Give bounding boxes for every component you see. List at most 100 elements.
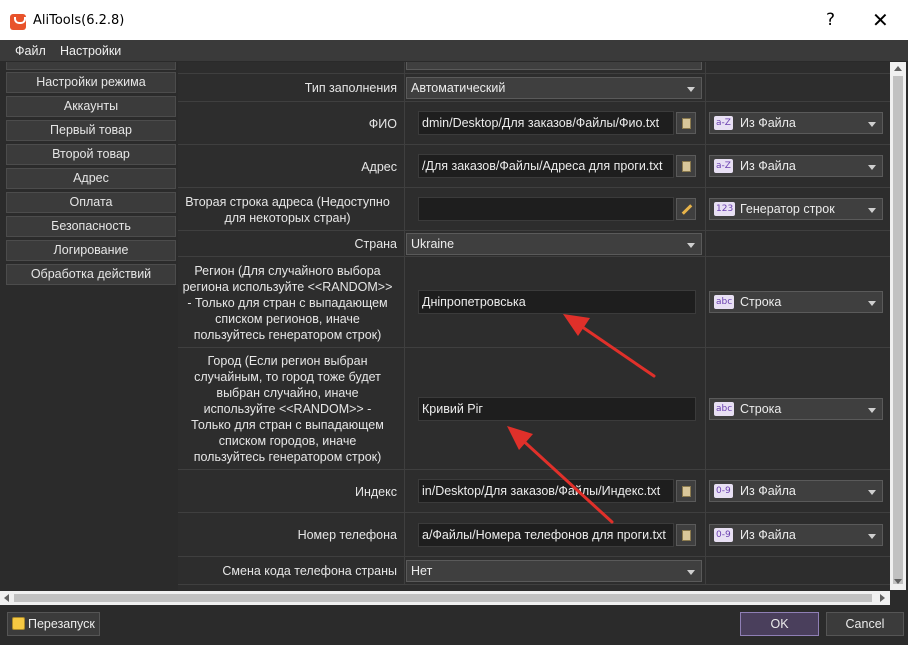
region-source-select[interactable]: abc Строка xyxy=(709,291,883,313)
region-source-value: Строка xyxy=(740,295,782,309)
phone-path-input[interactable]: а/Файлы/Номера телефонов для проги.txt xyxy=(418,523,674,547)
sidebar-item-first-product[interactable]: Первый товар xyxy=(6,120,176,141)
country-label: Страна xyxy=(354,237,397,251)
form-row-index: Индекс in/Desktop/Для заказов/Файлы/Инде… xyxy=(178,470,890,513)
address2-label: Вторая строка адреса (Недоступно для нек… xyxy=(178,188,402,231)
phone-source-value: Из Файла xyxy=(740,528,796,542)
close-button[interactable]: ✕ xyxy=(872,8,889,32)
fio-source-value: Из Файла xyxy=(740,116,796,130)
region-label-line: региона используйте <<RANDOM>> xyxy=(182,279,393,294)
fio-label: ФИО xyxy=(368,116,397,131)
phone-code-value: Нет xyxy=(411,564,433,578)
restart-button[interactable]: Перезапуск xyxy=(7,612,100,636)
book-icon xyxy=(682,530,691,541)
sidebar-item-second-product[interactable]: Второй товар xyxy=(6,144,176,165)
sidebar-item-payment[interactable]: Оплата xyxy=(6,192,176,213)
book-icon xyxy=(682,486,691,497)
fio-path-input[interactable]: dmin/Desktop/Для заказов/Файлы/Фио.txt xyxy=(418,111,674,135)
sidebar-item-mode-settings[interactable]: Настройки режима xyxy=(6,72,176,93)
city-label-line: используйте <<RANDOM>> - xyxy=(203,402,372,416)
city-source-select[interactable]: abc Строка xyxy=(709,398,883,420)
numeric-badge-icon: 0-9 xyxy=(714,484,733,498)
fio-source-select[interactable]: a-Z Из Файла xyxy=(709,112,883,134)
help-button[interactable]: ? xyxy=(826,10,835,30)
scroll-thumb[interactable] xyxy=(14,594,872,602)
sidebar-item-hidden[interactable] xyxy=(6,62,176,70)
form-row-phone: Номер телефона а/Файлы/Номера телефонов … xyxy=(178,513,890,557)
form-row-hidden xyxy=(178,62,890,74)
az-badge-icon: a-Z xyxy=(714,159,733,173)
phone-browse-button[interactable] xyxy=(676,524,696,546)
ok-button[interactable]: OK xyxy=(740,612,819,636)
az-badge-icon: a-Z xyxy=(714,116,733,130)
fio-browse-button[interactable] xyxy=(676,112,696,134)
city-label-line: Город (Если регион выбран xyxy=(207,354,368,368)
city-label: Город (Если регион выбран случайным, то … xyxy=(178,348,402,470)
title-bar: AliTools(6.2.8) ? ✕ xyxy=(0,0,908,40)
address2-edit-button[interactable] xyxy=(676,198,696,220)
sidebar-item-accounts[interactable]: Аккаунты xyxy=(6,96,176,117)
address2-source-select[interactable]: 123 Генератор строк xyxy=(709,198,883,220)
vertical-scrollbar[interactable] xyxy=(890,62,906,590)
form-row-address2: Вторая строка адреса (Недоступно для нек… xyxy=(178,188,890,231)
sidebar: Настройки режима Аккаунты Первый товар В… xyxy=(0,62,183,607)
chevron-down-icon xyxy=(868,490,876,495)
chevron-down-icon xyxy=(868,301,876,306)
book-icon xyxy=(682,118,691,129)
form-row-city: Город (Если регион выбран случайным, то … xyxy=(178,348,890,470)
scroll-left-icon[interactable] xyxy=(4,594,9,602)
address-label: Адрес xyxy=(361,159,397,174)
phone-code-label: Смена кода телефона страны xyxy=(222,564,397,578)
pencil-icon xyxy=(681,204,693,215)
address-form: Тип заполнения Автоматический ФИО dmin/D… xyxy=(178,62,890,590)
restart-icon xyxy=(12,617,25,630)
region-label: Регион (Для случайного выбора региона ис… xyxy=(178,257,402,348)
address-path-input[interactable]: /Для заказов/Файлы/Адреса для проги.txt xyxy=(418,154,674,178)
index-source-select[interactable]: 0-9 Из Файла xyxy=(709,480,883,502)
region-label-line: Регион (Для случайного выбора xyxy=(194,263,381,278)
bottom-bar: Перезапуск OK Cancel xyxy=(0,605,908,645)
city-label-line: пользуйтесь генератором строк) xyxy=(193,450,382,464)
scroll-up-icon[interactable] xyxy=(894,66,902,71)
numeric-badge-icon: 123 xyxy=(714,202,736,216)
index-path-input[interactable]: in/Desktop/Для заказов/Файлы/Индекс.txt xyxy=(418,479,674,503)
sidebar-item-address[interactable]: Адрес xyxy=(6,168,176,189)
sidebar-item-logging[interactable]: Логирование xyxy=(6,240,176,261)
abc-badge-icon: abc xyxy=(714,402,735,416)
index-browse-button[interactable] xyxy=(676,480,696,502)
city-label-line: случайным, то город тоже будет xyxy=(194,370,381,384)
city-label-line: списком городов, иначе xyxy=(218,434,357,448)
app-icon xyxy=(10,14,26,30)
country-select[interactable]: Ukraine xyxy=(406,233,702,255)
region-label-line: - Только для стран с выпадающем xyxy=(187,295,388,310)
region-input[interactable]: Дніпропетровська xyxy=(418,290,696,314)
scroll-down-icon[interactable] xyxy=(894,579,902,584)
cancel-button[interactable]: Cancel xyxy=(826,612,904,636)
address-browse-button[interactable] xyxy=(676,155,696,177)
sidebar-item-security[interactable]: Безопасность xyxy=(6,216,176,237)
hidden-combo[interactable] xyxy=(406,62,702,70)
country-value: Ukraine xyxy=(411,237,455,251)
numeric-badge-icon: 0-9 xyxy=(714,528,733,542)
chevron-down-icon xyxy=(687,570,695,575)
chevron-down-icon xyxy=(868,534,876,539)
address-source-select[interactable]: a-Z Из Файла xyxy=(709,155,883,177)
chevron-down-icon xyxy=(868,122,876,127)
fill-type-select[interactable]: Автоматический xyxy=(406,77,702,99)
window-title: AliTools(6.2.8) xyxy=(33,13,125,28)
horizontal-scrollbar[interactable] xyxy=(0,591,890,605)
address2-source-value: Генератор строк xyxy=(740,202,835,216)
fill-type-label: Тип заполнения xyxy=(304,81,397,95)
form-row-phone-code: Смена кода телефона страны Нет xyxy=(178,557,890,585)
phone-code-select[interactable]: Нет xyxy=(406,560,702,582)
city-input[interactable]: Кривий Ріг xyxy=(418,397,696,421)
phone-source-select[interactable]: 0-9 Из Файла xyxy=(709,524,883,546)
scroll-right-icon[interactable] xyxy=(880,594,885,602)
form-row-address: Адрес /Для заказов/Файлы/Адреса для прог… xyxy=(178,145,890,188)
fill-type-value: Автоматический xyxy=(411,81,506,95)
menu-settings[interactable]: Настройки xyxy=(60,44,121,58)
menu-file[interactable]: Файл xyxy=(15,44,46,58)
address2-input[interactable] xyxy=(418,197,674,221)
scroll-thumb[interactable] xyxy=(893,76,903,584)
sidebar-item-action-handling[interactable]: Обработка действий xyxy=(6,264,176,285)
